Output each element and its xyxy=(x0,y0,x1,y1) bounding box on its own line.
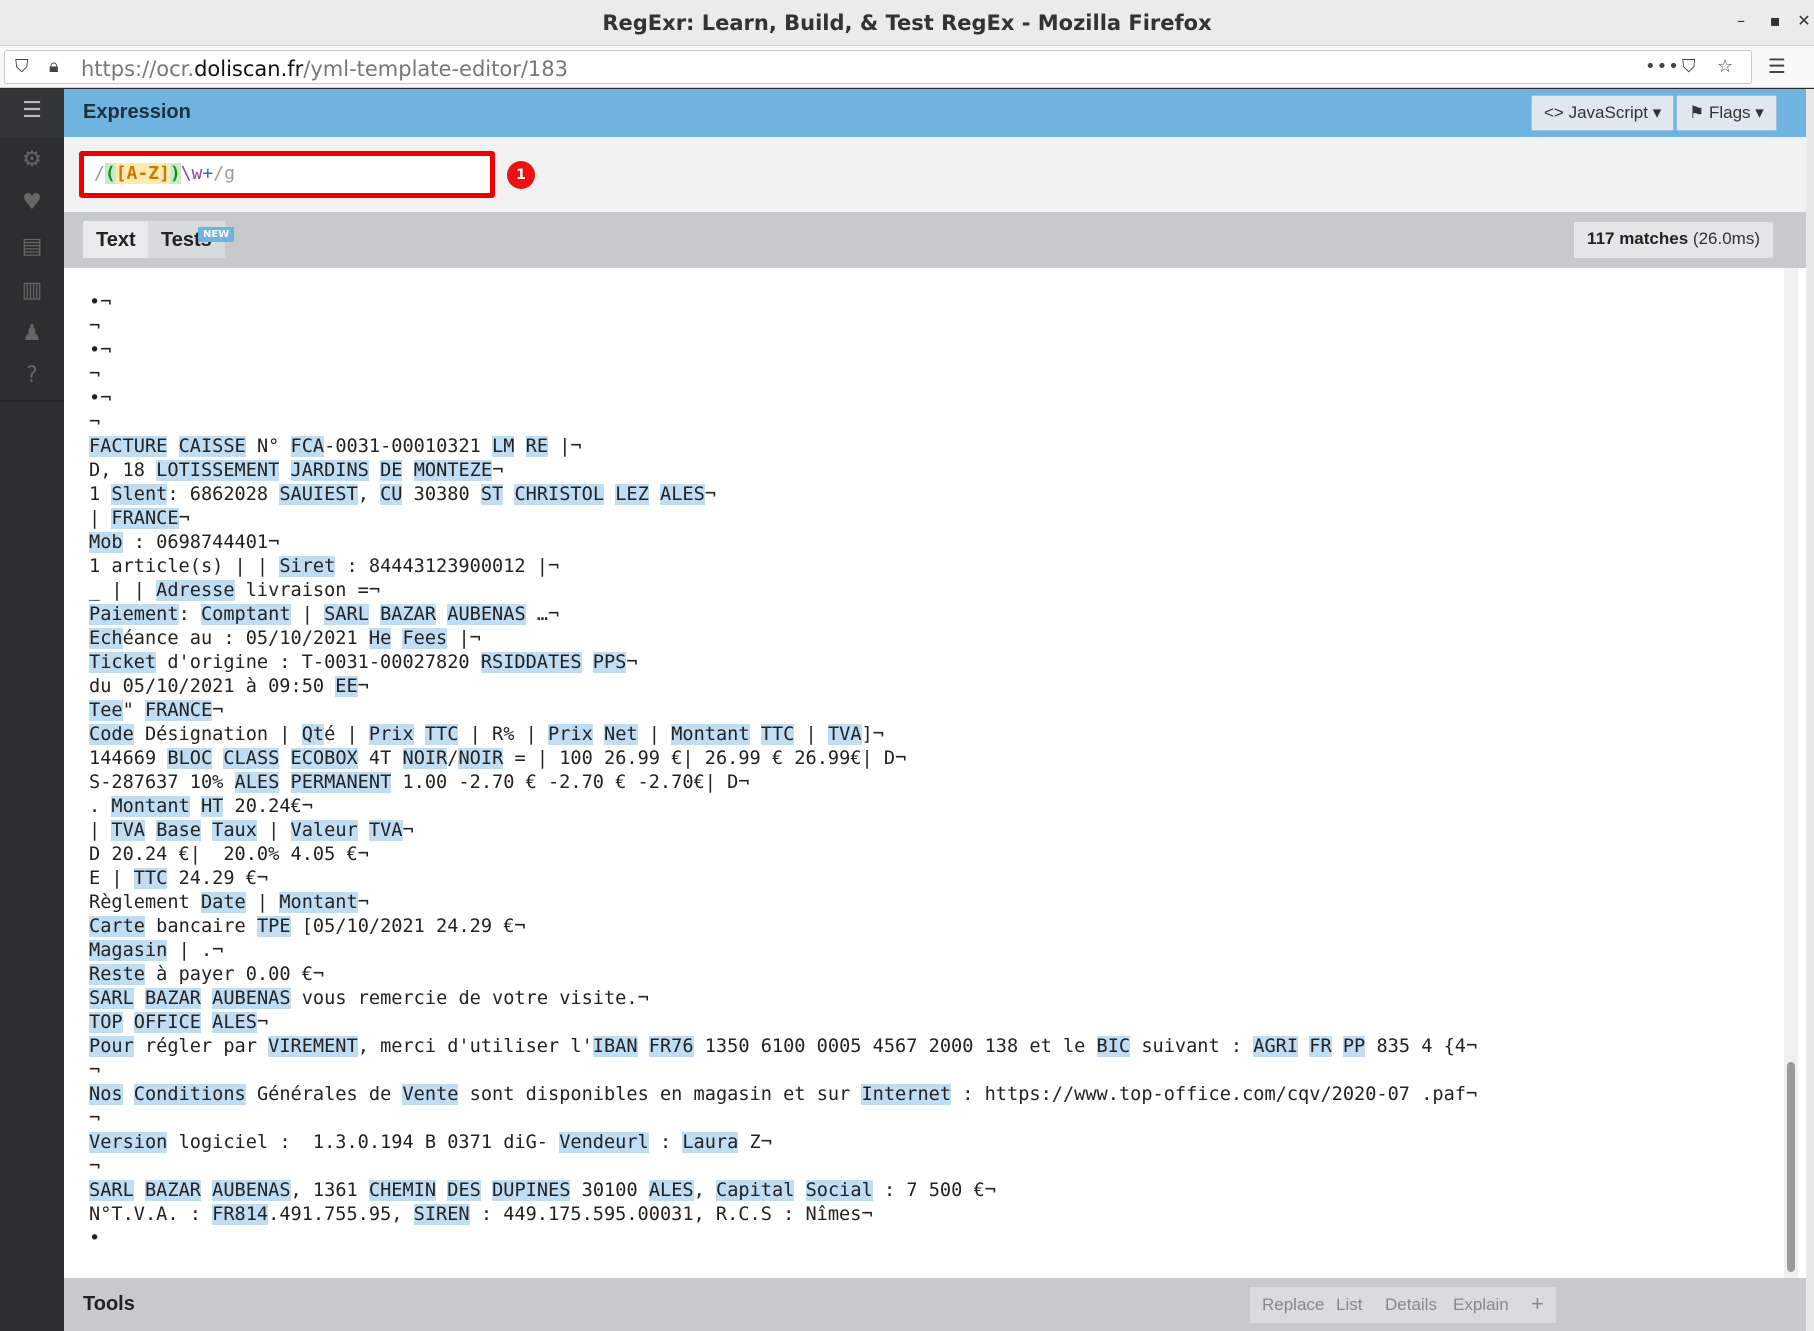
chevron-down-icon: ▾ xyxy=(1652,103,1662,122)
maximize-icon[interactable]: ▪ xyxy=(1764,10,1786,32)
notebook-icon[interactable]: ▤ xyxy=(0,234,64,259)
annotation-badge: 1 xyxy=(507,161,535,189)
main-panel: Expression <> JavaScript ▾ ⚑ Flags ▾ /([… xyxy=(64,89,1806,1331)
tools-title: Tools xyxy=(83,1293,135,1315)
text-line: ¬ xyxy=(89,1156,101,1177)
text-line: Tee" FRANCE¬ xyxy=(89,700,224,721)
text-line: Carte bancaire TPE [05/10/2021 24.29 €¬ xyxy=(89,916,526,937)
heart-icon[interactable]: ♥ xyxy=(0,190,64,215)
text-line: N°T.V.A. : FR814.491.755.95, SIREN : 449… xyxy=(89,1204,873,1225)
text-line: TOP OFFICE ALES¬ xyxy=(89,1012,269,1033)
expression-header: Expression <> JavaScript ▾ ⚑ Flags ▾ xyxy=(64,89,1806,137)
text-line: _ | | Adresse livraison =¬ xyxy=(89,580,381,601)
menu-list-icon[interactable]: ☰ xyxy=(0,98,64,123)
tab-bar: Text Tests NEW 117 matches (26.0ms) xyxy=(64,212,1806,268)
text-line: | TVA Base Taux | Valeur TVA¬ xyxy=(89,820,414,841)
text-line: Code Désignation | Qté | Prix TTC | R% |… xyxy=(89,724,884,745)
menu-icon[interactable]: ☰ xyxy=(1768,54,1786,78)
text-line: Ticket d'origine : T-0031-00027820 RSIDD… xyxy=(89,652,638,673)
matches-status: 117 matches (26.0ms) xyxy=(1574,222,1773,258)
text-line: ¬ xyxy=(89,412,101,433)
text-line: D 20.24 €| 20.0% 4.05 €¬ xyxy=(89,844,369,865)
url-field[interactable]: ⛉ 🔒︎ https://ocr.doliscan.fr/yml-templat… xyxy=(4,50,1752,84)
text-line: Reste à payer 0.00 €¬ xyxy=(89,964,325,985)
text-line: S-287637 10% ALES PERMANENT 1.00 -2.70 €… xyxy=(89,772,750,793)
text-line: ¬ xyxy=(89,316,101,337)
text-line: ¬ xyxy=(89,1060,101,1081)
tools-bar: Tools Replace List Details Explain + xyxy=(64,1278,1806,1331)
lock-icon[interactable]: 🔒︎ xyxy=(49,56,59,77)
text-line: ¬ xyxy=(89,364,101,385)
text-line: • xyxy=(89,1228,101,1249)
language-label: JavaScript xyxy=(1568,103,1648,122)
text-line: 1 article(s) | | Siret : 84443123900012 … xyxy=(89,556,560,577)
tab-text[interactable]: Text xyxy=(83,221,149,258)
expression-area: /([A-Z])\w+/g 1 xyxy=(64,137,1806,212)
text-line: Paiement: Comptant | SARL BAZAR AUBENAS … xyxy=(89,604,560,625)
text-line: SARL BAZAR AUBENAS, 1361 CHEMIN DES DUPI… xyxy=(89,1180,996,1201)
text-line: 144669 BLOC CLASS ECOBOX 4T NOIR/NOIR = … xyxy=(89,748,907,769)
expression-title: Expression xyxy=(83,101,191,123)
sidebar-divider xyxy=(0,400,64,402)
text-line: Echéance au : 05/10/2021 He Fees |¬ xyxy=(89,628,481,649)
expression-input[interactable]: /([A-Z])\w+/g xyxy=(79,151,495,198)
text-line: Nos Conditions Générales de Vente sont d… xyxy=(89,1084,1478,1105)
close-icon[interactable]: ✕ xyxy=(1793,10,1814,32)
text-line: Règlement Date | Montant¬ xyxy=(89,892,369,913)
flags-label: Flags xyxy=(1708,103,1751,122)
text-line: D, 18 LOTISSEMENT JARDINS DE MONTEZE¬ xyxy=(89,460,504,481)
expression-text[interactable]: /([A-Z])\w+/g xyxy=(94,163,235,184)
text-line: FACTURE CAISSE N° FCA-0031-00010321 LM R… xyxy=(89,436,582,457)
flags-button[interactable]: ⚑ Flags ▾ xyxy=(1676,95,1777,131)
book-icon[interactable]: ▥ xyxy=(0,278,64,303)
window-titlebar: RegExr: Learn, Build, & Test RegEx - Moz… xyxy=(0,0,1814,46)
window-title: RegExr: Learn, Build, & Test RegEx - Moz… xyxy=(602,11,1212,35)
test-text-editor[interactable]: •¬ ¬ •¬ ¬ •¬ ¬ FACTURE CAISSE N° FCA-0031-0001… xyxy=(64,268,1806,1278)
new-badge: NEW xyxy=(198,227,235,242)
text-line: SARL BAZAR AUBENAS vous remercie de votr… xyxy=(89,988,649,1009)
text-line: •¬ xyxy=(89,388,112,409)
gear-icon[interactable]: ⚙ xyxy=(0,147,64,172)
text-line: Version logiciel : 1.3.0.194 B 0371 diG-… xyxy=(89,1132,772,1153)
scrollbar-thumb[interactable] xyxy=(1787,1062,1795,1272)
text-line: •¬ xyxy=(89,292,112,313)
text-line: •¬ xyxy=(89,340,112,361)
tool-details[interactable]: Details xyxy=(1373,1287,1450,1323)
text-line: . Montant HT 20.24€¬ xyxy=(89,796,313,817)
text-line: 1 Slent: 6862028 SAUIEST, CU 30380 ST CH… xyxy=(89,484,716,505)
tool-list[interactable]: List xyxy=(1324,1287,1376,1323)
test-text-lines[interactable]: •¬ ¬ •¬ ¬ •¬ ¬ FACTURE CAISSE N° FCA-0031-0001… xyxy=(89,291,1477,1251)
community-icon[interactable]: ♟ xyxy=(0,321,64,346)
minimize-icon[interactable]: – xyxy=(1730,10,1752,32)
language-button[interactable]: <> JavaScript ▾ xyxy=(1531,95,1675,131)
text-line: Mob : 0698744401¬ xyxy=(89,532,280,553)
shield-icon[interactable]: ⛉ xyxy=(15,56,29,77)
text-line: Pour régler par VIREMENT, merci d'utilis… xyxy=(89,1036,1478,1057)
flag-icon: ⚑ xyxy=(1689,103,1705,122)
chevron-down-icon: ▾ xyxy=(1755,103,1764,122)
add-tool-icon[interactable]: + xyxy=(1519,1287,1556,1323)
navigation-bar: ⛉ 🔒︎ https://ocr.doliscan.fr/yml-templat… xyxy=(0,46,1814,88)
code-icon: <> xyxy=(1544,103,1564,122)
text-line: ¬ xyxy=(89,1108,101,1129)
text-line: | FRANCE¬ xyxy=(89,508,190,529)
scrollbar[interactable] xyxy=(1784,268,1798,1278)
sidebar: ☰ ⚙ ♥ ▤ ▥ ♟ ? xyxy=(0,89,64,1331)
text-line: Magasin | .¬ xyxy=(89,940,224,961)
pocket-icon[interactable]: ⛉ xyxy=(1682,56,1696,77)
text-line: du 05/10/2021 à 09:50 EE¬ xyxy=(89,676,369,697)
help-icon[interactable]: ? xyxy=(0,363,64,388)
page-actions-icon[interactable]: ••• xyxy=(1645,56,1680,77)
window-edge xyxy=(1806,89,1814,1331)
tool-explain[interactable]: Explain xyxy=(1441,1287,1522,1323)
url-text[interactable]: https://ocr.doliscan.fr/yml-template-edi… xyxy=(81,57,568,81)
text-line: E | TTC 24.29 €¬ xyxy=(89,868,269,889)
bookmark-star-icon[interactable]: ☆ xyxy=(1717,56,1733,77)
